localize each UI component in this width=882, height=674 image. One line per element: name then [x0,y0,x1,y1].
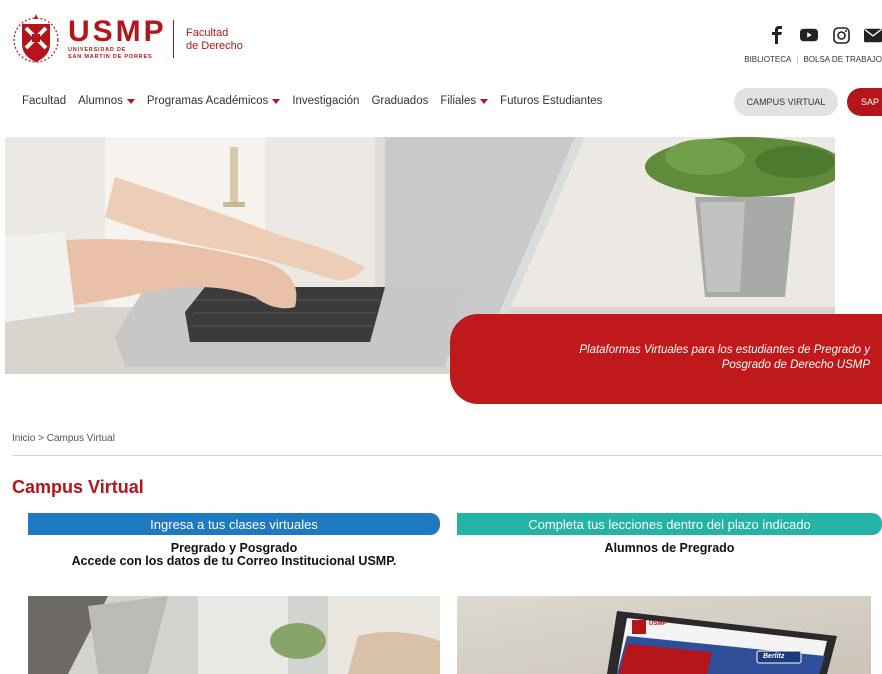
facebook-icon[interactable] [768,26,786,44]
screen-brand-label: USMP [649,621,667,627]
library-link[interactable]: BIBLIOTECA [744,55,791,64]
faculty-name[interactable]: Facultad de Derecho [186,27,243,53]
breadcrumb-divider [12,455,882,456]
classes-band[interactable]: Ingresa a tus clases virtuales [28,513,440,535]
brand-name: USMP [68,15,167,48]
nav-item-label: Facultad [22,95,67,107]
caret-down-icon [126,98,135,104]
main-nav: Facultad Alumnos Programas Académicos In… [22,95,602,107]
usmp-logo[interactable]: USMP UNIVERSIDAD DE SAN MARTIN DE PORRES [10,10,167,68]
nav-item-label: Alumnos [78,95,123,107]
mail-icon[interactable] [864,26,882,44]
job-board-link[interactable]: BOLSA DE TRABAJO [803,55,882,64]
nav-item-graduados[interactable]: Graduados [371,95,428,107]
lessons-card-image[interactable]: USMP Berlitz [457,596,871,674]
brand-sub-2: SAN MARTIN DE PORRES [68,54,153,60]
faculty-line-2: de Derecho [186,40,243,52]
nav-item-programas[interactable]: Programas Académicos [146,95,281,107]
berlitz-badge: Berlitz [763,653,785,660]
top-links: BIBLIOTECA | BOLSA DE TRABAJO [744,55,882,64]
nav-item-label: Futuros Estudiantes [500,95,603,107]
instagram-icon[interactable] [832,26,850,44]
nav-item-filiales[interactable]: Filiales [440,95,489,107]
site-header: USMP UNIVERSIDAD DE SAN MARTIN DE PORRES… [0,0,882,80]
nav-item-facultad[interactable]: Facultad [22,95,66,107]
faculty-line-1: Facultad [186,27,229,39]
campus-virtual-button[interactable]: CAMPUS VIRTUAL [734,88,838,116]
lessons-card-line-1: Alumnos de Pregrado [604,541,735,555]
nav-item-futuros[interactable]: Futuros Estudiantes [500,95,602,107]
page-title: Campus Virtual [12,477,144,497]
hero-caption-line-2: Posgrado de Derecho USMP [721,359,870,371]
caret-down-icon [480,98,489,104]
caret-down-icon [272,98,281,104]
brand-sub-1: UNIVERSIDAD DE [68,47,127,53]
brand-wordmark: USMP UNIVERSIDAD DE SAN MARTIN DE PORRES [68,17,167,61]
nav-item-label: Programas Académicos [146,95,269,107]
nav-item-investigacion[interactable]: Investigación [292,95,359,107]
crest-icon [10,10,62,68]
sap-button[interactable]: SAP [847,88,882,116]
classes-card-line-2: Accede con los datos de tu Correo Instit… [71,554,397,568]
lessons-card-photo [457,596,871,674]
classes-card-text: Pregrado y Posgrado Accede con los datos… [28,542,440,568]
nav-item-label: Filiales [440,95,477,107]
youtube-icon[interactable] [800,26,818,44]
logo-divider [173,20,174,58]
lessons-band[interactable]: Completa tus lecciones dentro del plazo … [457,513,882,535]
nav-item-label: Investigación [292,95,360,107]
nav-item-label: Graduados [371,95,429,107]
top-links-separator: | [796,55,799,64]
social-links [768,26,882,44]
nav-item-alumnos[interactable]: Alumnos [78,95,135,107]
classes-card-photo [28,596,440,674]
classes-card-image[interactable] [28,596,440,674]
breadcrumb[interactable]: Inicio > Campus Virtual [12,433,115,444]
lessons-card-text: Alumnos de Pregrado [457,542,882,555]
hero-caption: Plataformas Virtuales para los estudiant… [470,343,870,373]
hero-caption-line-1: Plataformas Virtuales para los estudiant… [579,344,870,356]
